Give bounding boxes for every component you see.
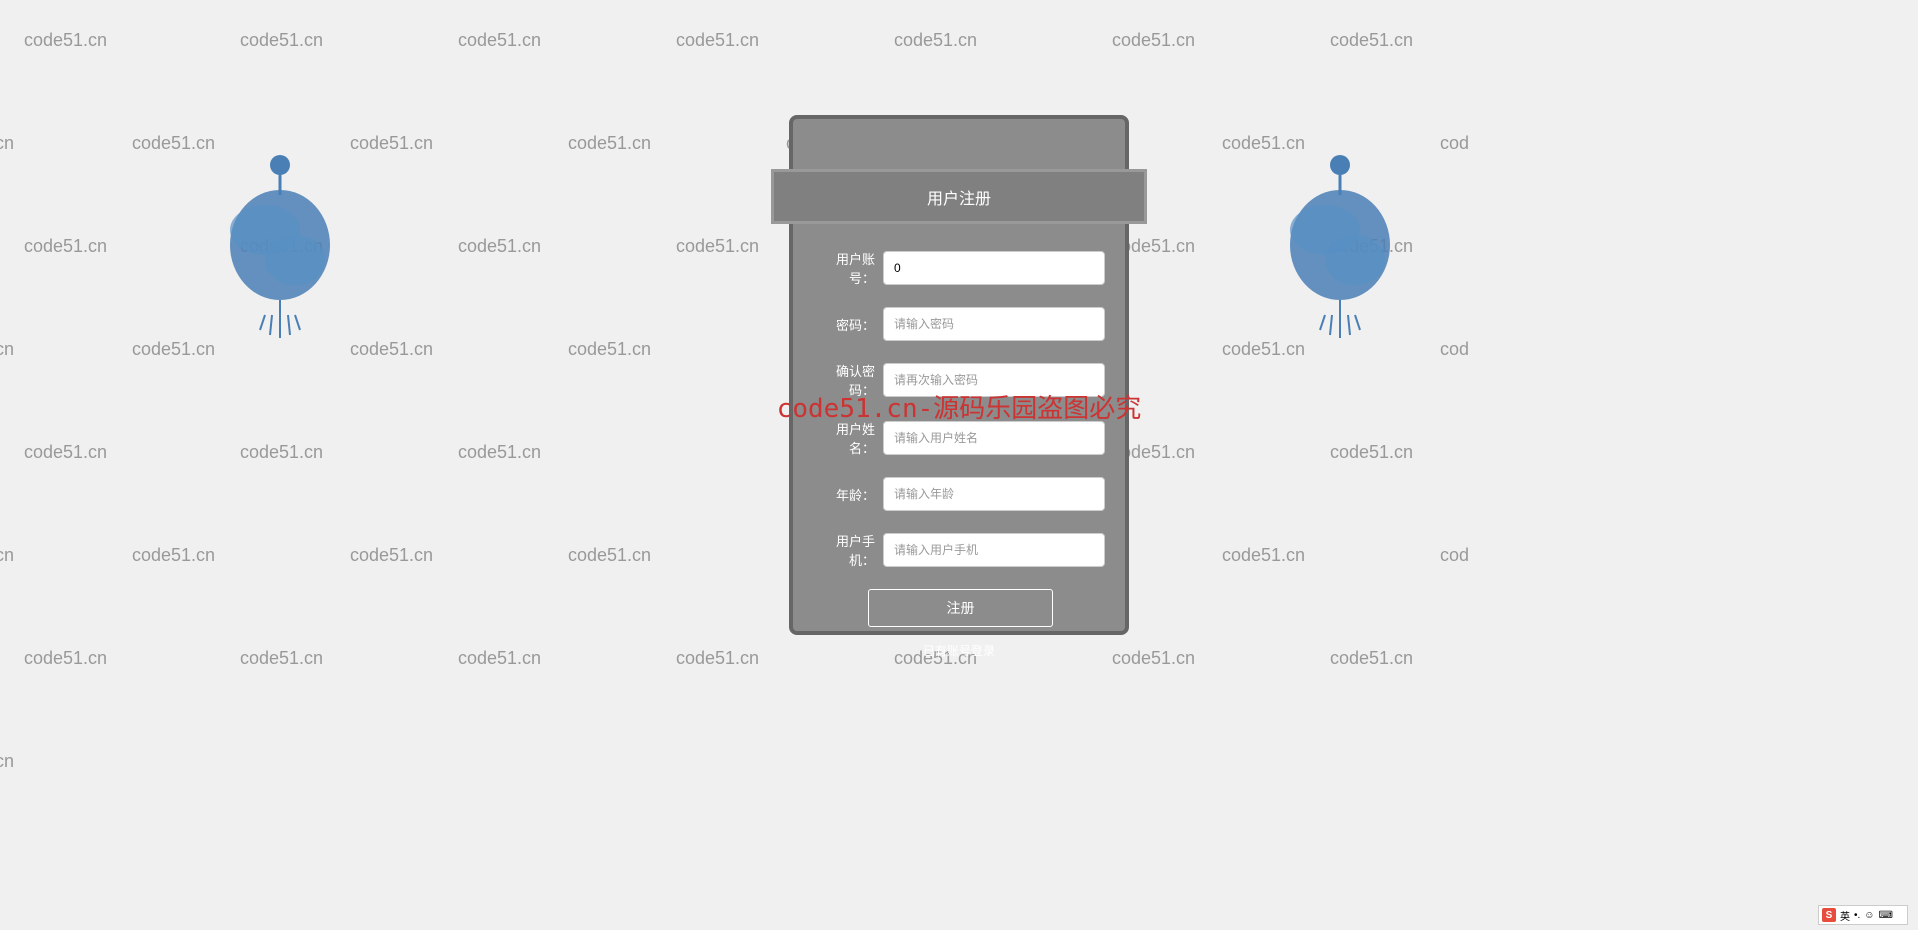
form-header: 用户注册 [771,169,1147,224]
register-button[interactable]: 注册 [868,589,1053,627]
password-row: 密码： [813,307,1105,341]
watermark: code51.cn [24,30,107,51]
watermark: 1.cn [0,751,14,772]
watermark: code51.cn [1222,339,1305,360]
watermark: 1.cn [0,133,14,154]
age-label: 年龄： [813,485,883,504]
username-row: 用户姓名： [813,419,1105,457]
watermark: code51.cn [350,545,433,566]
watermark: code51.cn [350,339,433,360]
watermark: code51.cn [132,545,215,566]
confirm-password-input[interactable] [883,363,1105,397]
watermark: code51.cn [676,30,759,51]
watermark: code51.cn [676,236,759,257]
watermark: code51.cn [568,339,651,360]
watermark: code51.cn [24,648,107,669]
watermark: code51.cn [458,442,541,463]
watermark: code51.cn [1112,30,1195,51]
watermark: code51.cn [240,30,323,51]
form-body: 用户账号： 密码： 确认密码： 用户姓名： 年龄： 用户手机： 注册 已有账号登… [813,249,1105,659]
username-input[interactable] [883,421,1105,455]
login-link[interactable]: 已有账号登录 [813,642,1105,659]
watermark: code51.cn [894,30,977,51]
watermark: code51.cn [240,648,323,669]
username-label: 用户姓名： [813,419,883,457]
watermark: code51.cn [568,133,651,154]
watermark: code51.cn [24,236,107,257]
lantern-decoration-left [210,140,350,360]
age-row: 年龄： [813,477,1105,511]
watermark: code51.cn [458,648,541,669]
confirm-password-label: 确认密码： [813,361,883,399]
age-input[interactable] [883,477,1105,511]
watermark: 1.cn [0,545,14,566]
watermark: code51.cn [350,133,433,154]
registration-panel: 用户注册 用户账号： 密码： 确认密码： 用户姓名： 年龄： 用户手机： 注册 … [789,115,1129,635]
watermark: cod [1440,133,1469,154]
watermark: code51.cn [1330,236,1413,257]
ime-keyboard-icon: ⌨ [1879,910,1893,921]
watermark: code51.cn [1112,648,1195,669]
password-label: 密码： [813,315,883,334]
account-row: 用户账号： [813,249,1105,287]
lantern-decoration-right [1270,140,1410,360]
watermark: code51.cn [24,442,107,463]
ime-indicator-icon: •. [1854,910,1860,921]
watermark: code51.cn [568,545,651,566]
phone-input[interactable] [883,533,1105,567]
watermark: code51.cn [458,30,541,51]
watermark: code51.cn [676,648,759,669]
account-label: 用户账号： [813,249,883,287]
watermark: cod [1440,545,1469,566]
ime-toolbar[interactable]: S 英 •. ☺ ⌨ [1818,905,1908,925]
form-title: 用户注册 [927,185,991,209]
watermark: code51.cn [240,442,323,463]
watermark: code51.cn [240,236,323,257]
watermark: code51.cn [458,236,541,257]
watermark: code51.cn [1330,30,1413,51]
watermark: code51.cn [1330,648,1413,669]
watermark: 1.cn [0,339,14,360]
ime-logo-icon: S [1822,908,1836,922]
ime-smiley-icon: ☺ [1864,910,1874,921]
phone-row: 用户手机： [813,531,1105,569]
watermark: cod [1440,339,1469,360]
confirm-password-row: 确认密码： [813,361,1105,399]
password-input[interactable] [883,307,1105,341]
watermark: code51.cn [1222,545,1305,566]
phone-label: 用户手机： [813,531,883,569]
watermark: code51.cn [1222,133,1305,154]
watermark: code51.cn [1330,442,1413,463]
account-input[interactable] [883,251,1105,285]
ime-lang: 英 [1840,908,1850,923]
watermark: code51.cn [132,133,215,154]
watermark: code51.cn [132,339,215,360]
